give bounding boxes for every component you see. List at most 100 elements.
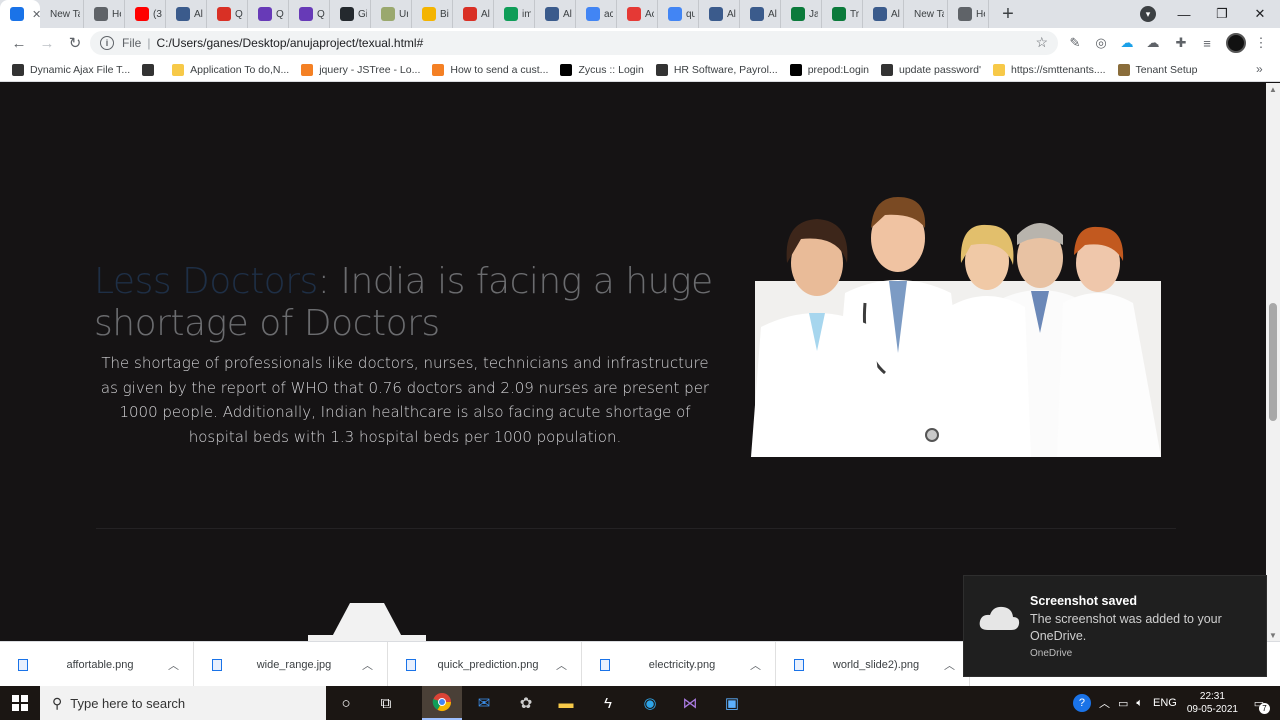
- file-explorer-icon[interactable]: ▬: [546, 686, 586, 720]
- address-bar[interactable]: i File | C:/Users/ganes/Desktop/anujapro…: [90, 31, 1058, 55]
- windows-start-icon[interactable]: [0, 686, 40, 720]
- browser-tab[interactable]: Al: [863, 0, 904, 28]
- scroll-thumb[interactable]: [1269, 303, 1277, 421]
- edge-icon[interactable]: ◉: [630, 686, 670, 720]
- download-item[interactable]: wide_range.jpg ︿: [194, 642, 388, 687]
- cortana-icon[interactable]: ○: [326, 686, 366, 720]
- address-url[interactable]: C:/Users/ganes/Desktop/anujaproject/texu…: [156, 36, 423, 50]
- eyedropper-extension-icon[interactable]: ✎: [1066, 34, 1084, 52]
- cloud-extension-icon[interactable]: ☁: [1118, 34, 1136, 52]
- notification-title: Screenshot saved: [1030, 594, 1137, 608]
- chevron-up-icon[interactable]: ︿: [362, 657, 373, 673]
- chevron-up-icon[interactable]: ︿: [944, 657, 955, 673]
- browser-tab[interactable]: Al: [699, 0, 740, 28]
- headphones-extension-icon[interactable]: ◎: [1092, 34, 1110, 52]
- browser-tab[interactable]: Al: [535, 0, 576, 28]
- onedrive-notification[interactable]: Screenshot saved The screenshot was adde…: [963, 575, 1267, 677]
- profile-avatar[interactable]: [1226, 33, 1246, 53]
- download-item[interactable]: world_slide2).png ︿: [776, 642, 970, 687]
- bookmark-item[interactable]: https://smttenants....: [992, 63, 1106, 76]
- language-indicator[interactable]: ENG: [1153, 697, 1177, 709]
- bookmark-item[interactable]: Tenant Setup: [1117, 63, 1197, 76]
- browser-tab[interactable]: Al: [166, 0, 207, 28]
- browser-tab[interactable]: Gi: [330, 0, 371, 28]
- forward-icon[interactable]: →: [34, 30, 60, 56]
- battery-icon[interactable]: ▭: [1118, 697, 1128, 710]
- visual-studio-icon[interactable]: ⋈: [670, 686, 710, 720]
- browser-tab[interactable]: Al: [453, 0, 494, 28]
- scroll-up-icon[interactable]: ▲: [1266, 83, 1280, 95]
- paint-icon[interactable]: ✿: [506, 686, 546, 720]
- bookmark-item[interactable]: HR Software, Payrol...: [655, 63, 778, 76]
- bookmark-item[interactable]: How to send a cust...: [432, 63, 549, 76]
- reload-icon[interactable]: ↻: [62, 30, 88, 56]
- web-page: Less Doctors: India is facing a huge sho…: [0, 83, 1266, 641]
- browser-tab[interactable]: (3: [125, 0, 166, 28]
- bookmarks-more-icon[interactable]: »: [1256, 62, 1266, 76]
- photos-icon[interactable]: ▣: [712, 686, 752, 720]
- minimize-icon[interactable]: —: [1165, 0, 1203, 28]
- browser-tab[interactable]: Q: [207, 0, 248, 28]
- chrome-taskbar-icon[interactable]: [422, 686, 462, 720]
- scroll-down-icon[interactable]: ▼: [1266, 629, 1280, 641]
- download-item[interactable]: electricity.png ︿: [582, 642, 776, 687]
- mail-icon[interactable]: ✉: [464, 686, 504, 720]
- browser-tab[interactable]: Bi: [412, 0, 453, 28]
- download-filename: electricity.png: [648, 658, 716, 671]
- browser-tab[interactable]: qu: [658, 0, 699, 28]
- bookmark-star-icon[interactable]: ☆: [1035, 34, 1048, 51]
- chevron-up-icon[interactable]: ︿: [168, 657, 179, 673]
- browser-tab[interactable]: Al: [740, 0, 781, 28]
- menu-kebab-icon[interactable]: ⋮: [1252, 34, 1270, 52]
- bookmark-item[interactable]: [142, 63, 160, 76]
- task-view-icon[interactable]: ⧉: [366, 686, 406, 720]
- browser-tab[interactable]: ✕: [0, 0, 40, 28]
- browser-tab[interactable]: New Tab: [904, 0, 948, 28]
- notification-center-icon[interactable]: ▭ 7: [1246, 697, 1272, 714]
- taskbar-search-box[interactable]: ⚲ Type here to search: [40, 686, 326, 720]
- bookmark-label: How to send a cust...: [450, 63, 549, 76]
- download-item[interactable]: affortable.png ︿: [0, 642, 194, 687]
- bookmark-item[interactable]: update password': [881, 63, 981, 76]
- reading-list-icon[interactable]: ≡: [1198, 34, 1216, 52]
- browser-tab[interactable]: Q: [248, 0, 289, 28]
- new-tab-button[interactable]: +: [995, 1, 1021, 27]
- page-scrollbar[interactable]: ▲ ▼: [1266, 83, 1280, 641]
- browser-tab[interactable]: im: [494, 0, 535, 28]
- bookmark-item[interactable]: Application To do,N...: [172, 63, 289, 76]
- browser-tab[interactable]: Ja: [781, 0, 822, 28]
- gmail-icon: [217, 7, 231, 21]
- bookmark-item[interactable]: Zycus :: Login: [560, 63, 644, 76]
- download-item[interactable]: quick_prediction.png ︿: [388, 642, 582, 687]
- browser-tab[interactable]: He: [84, 0, 125, 28]
- tab-search-icon[interactable]: ▾: [1140, 6, 1156, 22]
- close-window-icon[interactable]: ✕: [1241, 0, 1279, 28]
- maximize-icon[interactable]: ❐: [1203, 0, 1241, 28]
- browser-tab[interactable]: Q: [289, 0, 330, 28]
- close-tab-icon[interactable]: ✕: [32, 8, 40, 21]
- bookmark-item[interactable]: Dynamic Ajax File T...: [12, 63, 130, 76]
- browser-tab[interactable]: Ac: [617, 0, 658, 28]
- browser-tab[interactable]: ac: [576, 0, 617, 28]
- browser-tab[interactable]: He: [948, 0, 989, 28]
- browser-tab[interactable]: Tr: [822, 0, 863, 28]
- clock[interactable]: 22:31 09-05-2021: [1187, 690, 1238, 716]
- sublime-icon[interactable]: ϟ: [588, 686, 628, 720]
- back-icon[interactable]: ←: [6, 30, 32, 56]
- bookmark-item[interactable]: jquery - JSTree - Lo...: [301, 63, 420, 76]
- chevron-up-icon[interactable]: ︿: [1099, 695, 1110, 711]
- chevron-up-icon[interactable]: ︿: [750, 657, 761, 673]
- volume-icon[interactable]: 🔈︎: [1136, 697, 1143, 710]
- extensions-puzzle-icon[interactable]: ✚: [1172, 34, 1190, 52]
- info-icon[interactable]: i: [100, 36, 114, 50]
- bookmark-item[interactable]: prepod:Login: [789, 63, 869, 76]
- onedrive-extension-icon[interactable]: ☁: [1144, 34, 1162, 52]
- app-icon: [873, 7, 887, 21]
- tab-label: Ac: [645, 8, 654, 20]
- browser-tab[interactable]: Ur: [371, 0, 412, 28]
- globe-icon: [881, 63, 893, 76]
- stackoverflow-icon: [301, 63, 314, 76]
- help-icon[interactable]: ?: [1072, 694, 1091, 712]
- chevron-up-icon[interactable]: ︿: [556, 657, 567, 673]
- browser-tab[interactable]: New Tab: [40, 0, 84, 28]
